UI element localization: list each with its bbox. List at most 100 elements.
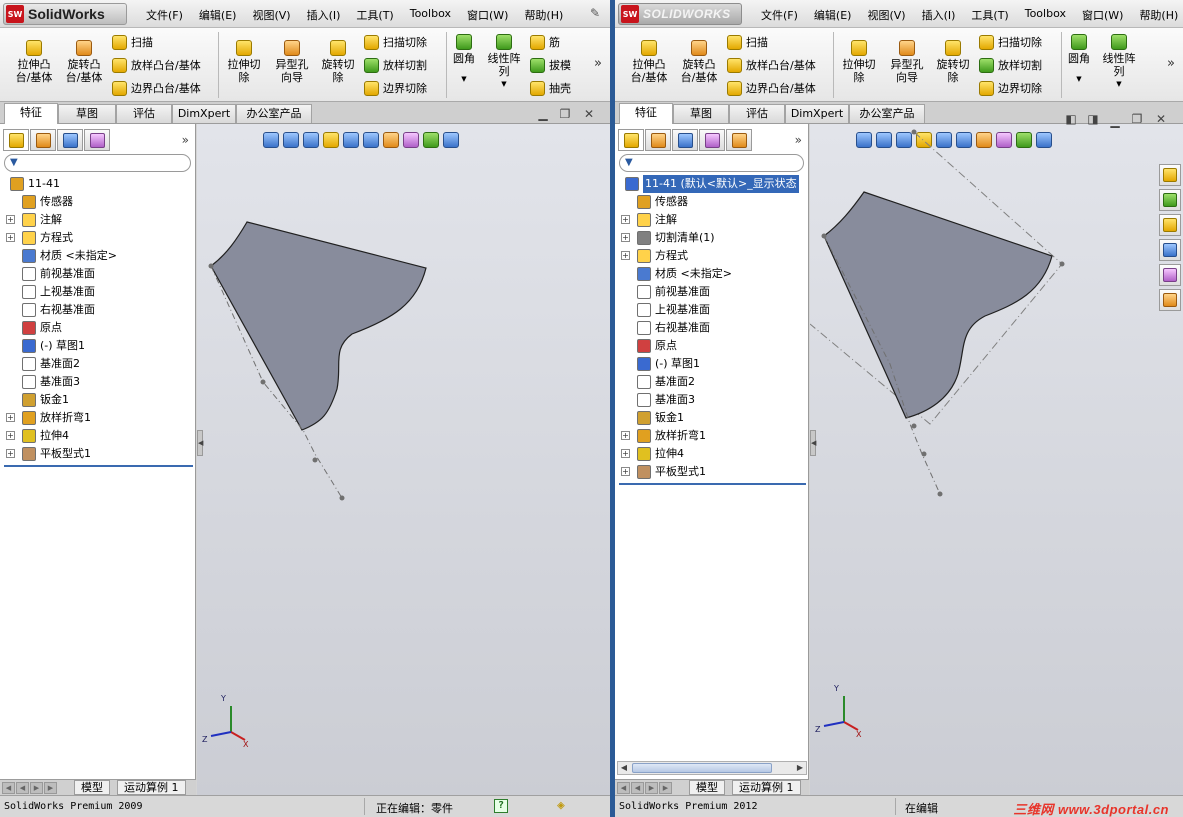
boundary-boss-button[interactable]: 边界凸台/基体 xyxy=(112,80,201,96)
scroll-thumb[interactable] xyxy=(632,763,772,773)
ribbon-more-icon[interactable]: » xyxy=(1167,56,1175,71)
feature-tree-item[interactable]: 上视基准面 xyxy=(619,301,806,319)
boundary-cut-button[interactable]: 边界切除 xyxy=(979,80,1042,96)
display-manager-tab[interactable] xyxy=(726,129,752,151)
menu-edit[interactable]: 编辑(E) xyxy=(191,7,245,23)
tab-office[interactable]: 办公室产品 xyxy=(849,104,925,123)
expand-icon[interactable]: + xyxy=(621,251,630,260)
tab-sketch[interactable]: 草图 xyxy=(673,104,729,123)
scroll-left-icon[interactable]: ◀ xyxy=(618,762,630,774)
sweep-button[interactable]: 扫描 xyxy=(112,34,153,50)
draft-button[interactable]: 拔模 xyxy=(530,57,571,73)
revolve-cut-button[interactable]: 旋转切 除 xyxy=(318,40,358,84)
feature-tree-item[interactable]: 传感器 xyxy=(4,193,193,211)
expand-icon[interactable]: + xyxy=(621,467,630,476)
tree-filter-input[interactable]: ▼ xyxy=(4,154,191,172)
next-tab-icon[interactable]: ▶ xyxy=(30,782,43,794)
menu-toolbox[interactable]: Toolbox xyxy=(1017,7,1074,23)
feature-manager-tab[interactable] xyxy=(3,129,29,151)
pin-icon[interactable]: ✎ xyxy=(590,6,604,20)
fillet-dropdown-icon[interactable]: ▼ xyxy=(1065,73,1093,86)
configuration-manager-tab[interactable] xyxy=(57,129,83,151)
first-tab-icon[interactable]: ◀ xyxy=(2,782,15,794)
last-tab-icon[interactable]: ▶ xyxy=(44,782,57,794)
close-icon[interactable]: ✕ xyxy=(582,107,596,121)
feature-tree-item[interactable]: 基准面2 xyxy=(619,373,806,391)
menu-file[interactable]: 文件(F) xyxy=(753,7,806,23)
revolve-boss-button[interactable]: 旋转凸 台/基体 xyxy=(677,40,721,84)
loft-boss-button[interactable]: 放样凸台/基体 xyxy=(727,57,816,73)
feature-tree-item[interactable]: 材质 <未指定> xyxy=(4,247,193,265)
loft-boss-button[interactable]: 放样凸台/基体 xyxy=(112,57,201,73)
restore-icon[interactable]: ❐ xyxy=(558,107,572,121)
feature-tree-item[interactable]: 11-41 (默认<默认>_显示状态 xyxy=(619,175,806,193)
tree-horizontal-scrollbar[interactable]: ◀ ▶ xyxy=(617,761,807,775)
minimize-icon[interactable]: ▁ xyxy=(536,107,550,121)
menu-window[interactable]: 窗口(W) xyxy=(459,7,516,23)
boundary-boss-button[interactable]: 边界凸台/基体 xyxy=(727,80,816,96)
loft-cut-button[interactable]: 放样切割 xyxy=(364,57,427,73)
tab-features[interactable]: 特征 xyxy=(4,103,58,124)
feature-tree-item[interactable]: + 放样折弯1 xyxy=(619,427,806,445)
linear-pattern-dropdown-icon[interactable]: ▼ xyxy=(482,78,526,91)
help-icon[interactable]: ? xyxy=(494,799,508,813)
configuration-manager-tab[interactable] xyxy=(672,129,698,151)
ribbon-more-icon[interactable]: » xyxy=(594,56,602,71)
tab-sketch[interactable]: 草图 xyxy=(58,104,116,123)
feature-tree-item[interactable]: 上视基准面 xyxy=(4,283,193,301)
graphics-area[interactable]: ◀ Y X Z xyxy=(197,124,610,795)
next-tab-icon[interactable]: ▶ xyxy=(645,782,658,794)
feature-tree-item[interactable]: 钣金1 xyxy=(619,409,806,427)
menu-insert[interactable]: 插入(I) xyxy=(299,7,349,23)
tab-features[interactable]: 特征 xyxy=(619,103,673,124)
last-tab-icon[interactable]: ▶ xyxy=(659,782,672,794)
menu-view[interactable]: 视图(V) xyxy=(244,7,298,23)
feature-tree-item[interactable]: + 放样折弯1 xyxy=(4,409,193,427)
feature-tree-item[interactable]: 基准面2 xyxy=(4,355,193,373)
sweep-button[interactable]: 扫描 xyxy=(727,34,768,50)
revolve-boss-button[interactable]: 旋转凸 台/基体 xyxy=(62,40,106,84)
shell-button[interactable]: 抽壳 xyxy=(530,80,571,96)
tab-dimxpert[interactable]: DimXpert xyxy=(172,104,236,123)
sweep-cut-button[interactable]: 扫描切除 xyxy=(364,34,427,50)
hole-wizard-button[interactable]: 异型孔 向导 xyxy=(270,40,314,84)
feature-tree-item[interactable]: 前视基准面 xyxy=(619,283,806,301)
expand-icon[interactable]: + xyxy=(6,413,15,422)
hole-wizard-button[interactable]: 异型孔 向导 xyxy=(885,40,929,84)
feature-tree-item[interactable]: + 方程式 xyxy=(619,247,806,265)
feature-tree-item[interactable]: 材质 <未指定> xyxy=(619,265,806,283)
feature-tree-item[interactable]: 基准面3 xyxy=(619,391,806,409)
menu-toolbox[interactable]: Toolbox xyxy=(402,7,459,23)
menu-tools[interactable]: 工具(T) xyxy=(348,7,401,23)
tab-motion-study[interactable]: 运动算例 1 xyxy=(732,780,801,795)
menu-edit[interactable]: 编辑(E) xyxy=(806,7,860,23)
expand-icon[interactable]: + xyxy=(621,431,630,440)
extrude-boss-button[interactable]: 拉伸凸 台/基体 xyxy=(12,40,56,84)
feature-tree-item[interactable]: 基准面3 xyxy=(4,373,193,391)
extrude-boss-button[interactable]: 拉伸凸 台/基体 xyxy=(627,40,671,84)
expand-icon[interactable]: + xyxy=(6,449,15,458)
expand-icon[interactable]: + xyxy=(6,215,15,224)
prev-tab-icon[interactable]: ◀ xyxy=(631,782,644,794)
feature-tree-item[interactable]: + 平板型式1 xyxy=(619,463,806,481)
feature-tree-item[interactable]: + 拉伸4 xyxy=(619,445,806,463)
fillet-button[interactable]: 圆角 ▼ xyxy=(1065,34,1093,86)
menu-window[interactable]: 窗口(W) xyxy=(1074,7,1131,23)
property-manager-tab[interactable] xyxy=(645,129,671,151)
linear-pattern-dropdown-icon[interactable]: ▼ xyxy=(1097,78,1141,91)
linear-pattern-button[interactable]: 线性阵 列 ▼ xyxy=(1097,34,1141,91)
feature-tree-item[interactable]: + 拉伸4 xyxy=(4,427,193,445)
tab-model[interactable]: 模型 xyxy=(689,780,725,795)
expand-icon[interactable]: + xyxy=(621,215,630,224)
revolve-cut-button[interactable]: 旋转切 除 xyxy=(933,40,973,84)
extrude-cut-button[interactable]: 拉伸切 除 xyxy=(839,40,879,84)
graphics-area[interactable]: ◧ ◨ ▁ ❐ ✕ ◀ Y X Z xyxy=(810,112,1183,795)
feature-tree-item[interactable]: + 注解 xyxy=(4,211,193,229)
feature-tree-item[interactable]: 原点 xyxy=(619,337,806,355)
linear-pattern-button[interactable]: 线性阵 列 ▼ xyxy=(482,34,526,91)
panel-more-icon[interactable]: » xyxy=(182,133,189,147)
tab-evaluate[interactable]: 评估 xyxy=(729,104,785,123)
expand-icon[interactable]: + xyxy=(6,431,15,440)
expand-icon[interactable]: + xyxy=(621,449,630,458)
solidworks-logo[interactable]: SW SolidWorks xyxy=(3,3,127,25)
